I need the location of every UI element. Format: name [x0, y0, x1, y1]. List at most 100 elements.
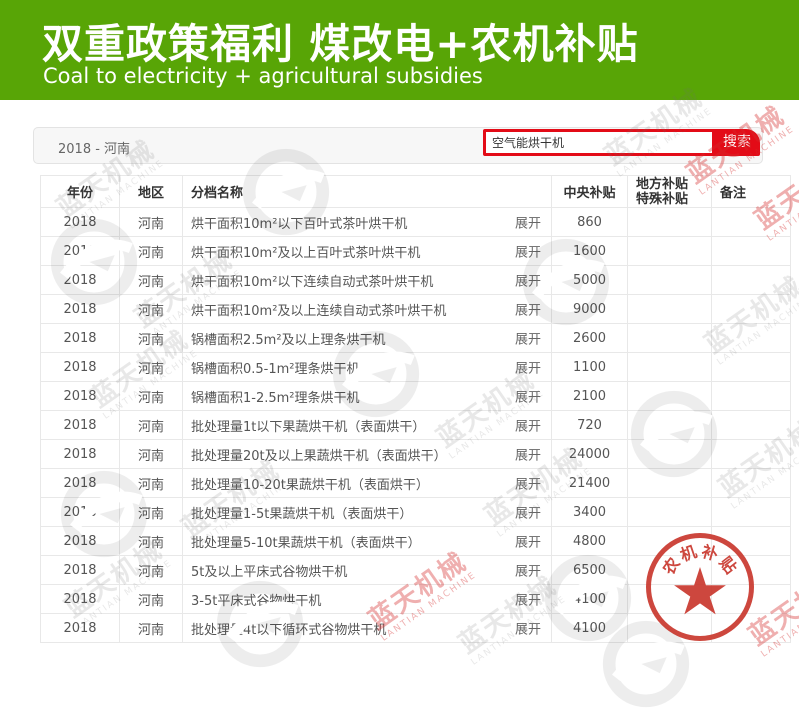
- cell-year: 2018: [41, 208, 120, 237]
- header-local-subsidy: 地方补贴 特殊补贴: [628, 176, 712, 208]
- cell-year: 2018: [41, 266, 120, 295]
- cell-remark: [712, 440, 791, 469]
- table-row: 2018 河南 批处理量20t及以上果蔬烘干机（表面烘干） 展开 24000: [41, 440, 791, 469]
- table-row: 2018 河南 批处理量1-5t果蔬烘干机（表面烘干） 展开 3400: [41, 498, 791, 527]
- cell-local-subsidy: [628, 324, 712, 353]
- cell-region: 河南: [120, 266, 183, 295]
- cell-region: 河南: [120, 469, 183, 498]
- cell-central-subsidy: 720: [552, 411, 628, 440]
- cell-year: 2018: [41, 324, 120, 353]
- cell-remark: [712, 411, 791, 440]
- cell-category: 批处理量1t以下果蔬烘干机（表面烘干） 展开: [183, 411, 552, 440]
- table-row: 2018 河南 锅槽面积1-2.5m²理条烘干机 展开 2100: [41, 382, 791, 411]
- cell-central-subsidy: 21400: [552, 469, 628, 498]
- cell-local-subsidy: [628, 498, 712, 527]
- category-text: 烘干面积10m²及以上连续自动式茶叶烘干机: [191, 304, 446, 319]
- category-text: 烘干面积10m²以下连续自动式茶叶烘干机: [191, 275, 433, 290]
- header-central-subsidy: 中央补贴: [552, 176, 628, 208]
- header-year: 年份: [41, 176, 120, 208]
- category-text: 5t及以上平床式谷物烘干机: [191, 565, 347, 580]
- expand-link[interactable]: 展开: [515, 619, 541, 638]
- stamp-char: 贴: [715, 553, 740, 578]
- expand-link[interactable]: 展开: [515, 416, 541, 435]
- expand-link[interactable]: 展开: [515, 329, 541, 348]
- expand-link[interactable]: 展开: [515, 387, 541, 406]
- cell-region: 河南: [120, 208, 183, 237]
- cell-remark: [712, 353, 791, 382]
- cell-category: 锅槽面积0.5-1m²理条烘干机 展开: [183, 353, 552, 382]
- table-row: 2018 河南 锅槽面积2.5m²及以上理条烘干机 展开 2600: [41, 324, 791, 353]
- category-text: 烘干面积10m²以下百叶式茶叶烘干机: [191, 217, 407, 232]
- expand-link[interactable]: 展开: [515, 590, 541, 609]
- cell-region: 河南: [120, 527, 183, 556]
- cell-central-subsidy: 5000: [552, 266, 628, 295]
- category-text: 批处理量10-20t果蔬烘干机（表面烘干）: [191, 478, 429, 493]
- cell-category: 烘干面积10m²以下百叶式茶叶烘干机 展开: [183, 208, 552, 237]
- table-row: 2018 河南 批处理量10-20t果蔬烘干机（表面烘干） 展开 21400: [41, 469, 791, 498]
- table-row: 2018 河南 烘干面积10m²及以上百叶式茶叶烘干机 展开 1600: [41, 237, 791, 266]
- expand-link[interactable]: 展开: [515, 474, 541, 493]
- expand-link[interactable]: 展开: [515, 242, 541, 261]
- expand-link[interactable]: 展开: [515, 358, 541, 377]
- cell-remark: [712, 237, 791, 266]
- stamp-star-icon: [673, 567, 727, 619]
- cell-category: 烘干面积10m²以下连续自动式茶叶烘干机 展开: [183, 266, 552, 295]
- cell-remark: [712, 324, 791, 353]
- expand-link[interactable]: 展开: [515, 271, 541, 290]
- expand-link[interactable]: 展开: [515, 532, 541, 551]
- category-text: 批处理量1t以下果蔬烘干机（表面烘干）: [191, 420, 425, 435]
- cell-region: 河南: [120, 585, 183, 614]
- cell-local-subsidy: [628, 208, 712, 237]
- cell-year: 2018: [41, 498, 120, 527]
- cell-central-subsidy: 6500: [552, 556, 628, 585]
- cell-region: 河南: [120, 440, 183, 469]
- cell-region: 河南: [120, 498, 183, 527]
- expand-link[interactable]: 展开: [515, 300, 541, 319]
- header-local-line2: 特殊补贴: [636, 192, 711, 207]
- cell-region: 河南: [120, 324, 183, 353]
- category-text: 锅槽面积1-2.5m²理条烘干机: [191, 391, 360, 406]
- search-bar: 搜索: [483, 129, 760, 156]
- cell-region: 河南: [120, 614, 183, 643]
- subsidy-stamp: 农 机 补 贴: [646, 533, 754, 641]
- cell-category: 5t及以上平床式谷物烘干机 展开: [183, 556, 552, 585]
- table-row: 2018 河南 批处理量1t以下果蔬烘干机（表面烘干） 展开 720: [41, 411, 791, 440]
- search-button[interactable]: 搜索: [714, 129, 760, 156]
- expand-link[interactable]: 展开: [515, 445, 541, 464]
- table-row: 2018 河南 烘干面积10m²以下连续自动式茶叶烘干机 展开 5000: [41, 266, 791, 295]
- cell-central-subsidy: 4800: [552, 527, 628, 556]
- cell-central-subsidy: 4100: [552, 585, 628, 614]
- table-header-row: 年份 地区 分档名称 中央补贴 地方补贴 特殊补贴 备注: [41, 176, 791, 208]
- cell-year: 2018: [41, 614, 120, 643]
- cell-remark: [712, 266, 791, 295]
- cell-local-subsidy: [628, 237, 712, 266]
- cell-region: 河南: [120, 237, 183, 266]
- category-text: 批处理量5-10t果蔬烘干机（表面烘干）: [191, 536, 421, 551]
- cell-central-subsidy: 24000: [552, 440, 628, 469]
- cell-central-subsidy: 860: [552, 208, 628, 237]
- cell-local-subsidy: [628, 411, 712, 440]
- banner-title: 双重政策福利 煤改电+农机补贴: [42, 10, 639, 70]
- cell-year: 2018: [41, 411, 120, 440]
- header-region: 地区: [120, 176, 183, 208]
- expand-link[interactable]: 展开: [515, 503, 541, 522]
- table-row: 2018 河南 烘干面积10m²以下百叶式茶叶烘干机 展开 860: [41, 208, 791, 237]
- expand-link[interactable]: 展开: [515, 561, 541, 580]
- cell-category: 3-5t平床式谷物烘干机 展开: [183, 585, 552, 614]
- expand-link[interactable]: 展开: [515, 213, 541, 232]
- cell-year: 2018: [41, 382, 120, 411]
- search-input[interactable]: [486, 132, 712, 153]
- cell-central-subsidy: 4100: [552, 614, 628, 643]
- cell-category: 烘干面积10m²及以上连续自动式茶叶烘干机 展开: [183, 295, 552, 324]
- cell-year: 2018: [41, 527, 120, 556]
- cell-year: 2018: [41, 440, 120, 469]
- cell-category: 批处理量10-20t果蔬烘干机（表面烘干） 展开: [183, 469, 552, 498]
- cell-central-subsidy: 2600: [552, 324, 628, 353]
- cell-remark: [712, 208, 791, 237]
- cell-local-subsidy: [628, 295, 712, 324]
- cell-local-subsidy: [628, 382, 712, 411]
- cell-region: 河南: [120, 382, 183, 411]
- cell-remark: [712, 469, 791, 498]
- cell-remark: [712, 382, 791, 411]
- cell-central-subsidy: 9000: [552, 295, 628, 324]
